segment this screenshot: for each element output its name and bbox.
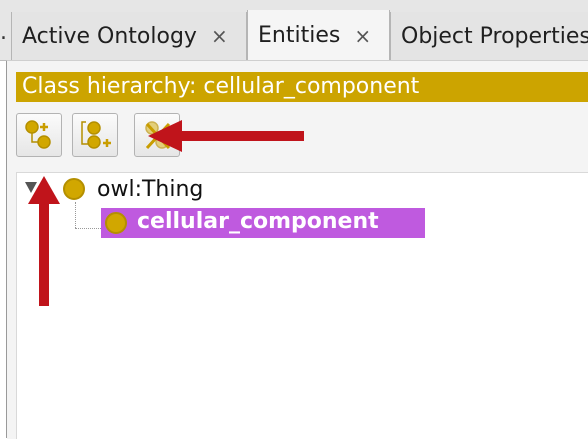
add-subclass-button[interactable]: [16, 113, 62, 157]
tree-node-selected[interactable]: cellular_component: [101, 208, 425, 238]
tree-node-label: cellular_component: [137, 209, 379, 234]
class-icon: [105, 212, 127, 234]
add-sibling-class-icon: [81, 121, 111, 149]
tab-label: Entities: [258, 23, 341, 48]
tab-label: Active Ontology: [22, 23, 197, 49]
class-icon: [63, 178, 85, 200]
close-icon[interactable]: ×: [211, 24, 228, 48]
expand-triangle-icon[interactable]: [25, 182, 37, 193]
add-subclass-icon: [25, 120, 51, 149]
delete-class-icon: [145, 121, 171, 150]
tab-bar: . Active Ontology × Entities × Object Pr…: [0, 0, 588, 61]
tree-connector: [75, 228, 101, 229]
add-sibling-class-button[interactable]: [72, 113, 118, 157]
tab-object-properties[interactable]: Object Properties: [390, 12, 588, 60]
tab-entities[interactable]: Entities ×: [247, 10, 390, 61]
panel-title: Class hierarchy: cellular_component: [16, 72, 588, 102]
close-icon[interactable]: ×: [354, 24, 371, 48]
tab-overflow-fragment: .: [0, 20, 7, 45]
tab-active-ontology[interactable]: Active Ontology ×: [11, 12, 247, 60]
delete-class-button[interactable]: [134, 113, 180, 157]
tab-label: Object Properties: [401, 23, 588, 49]
tree-node-label: owl:Thing: [97, 177, 204, 202]
tree-connector: [75, 202, 76, 228]
